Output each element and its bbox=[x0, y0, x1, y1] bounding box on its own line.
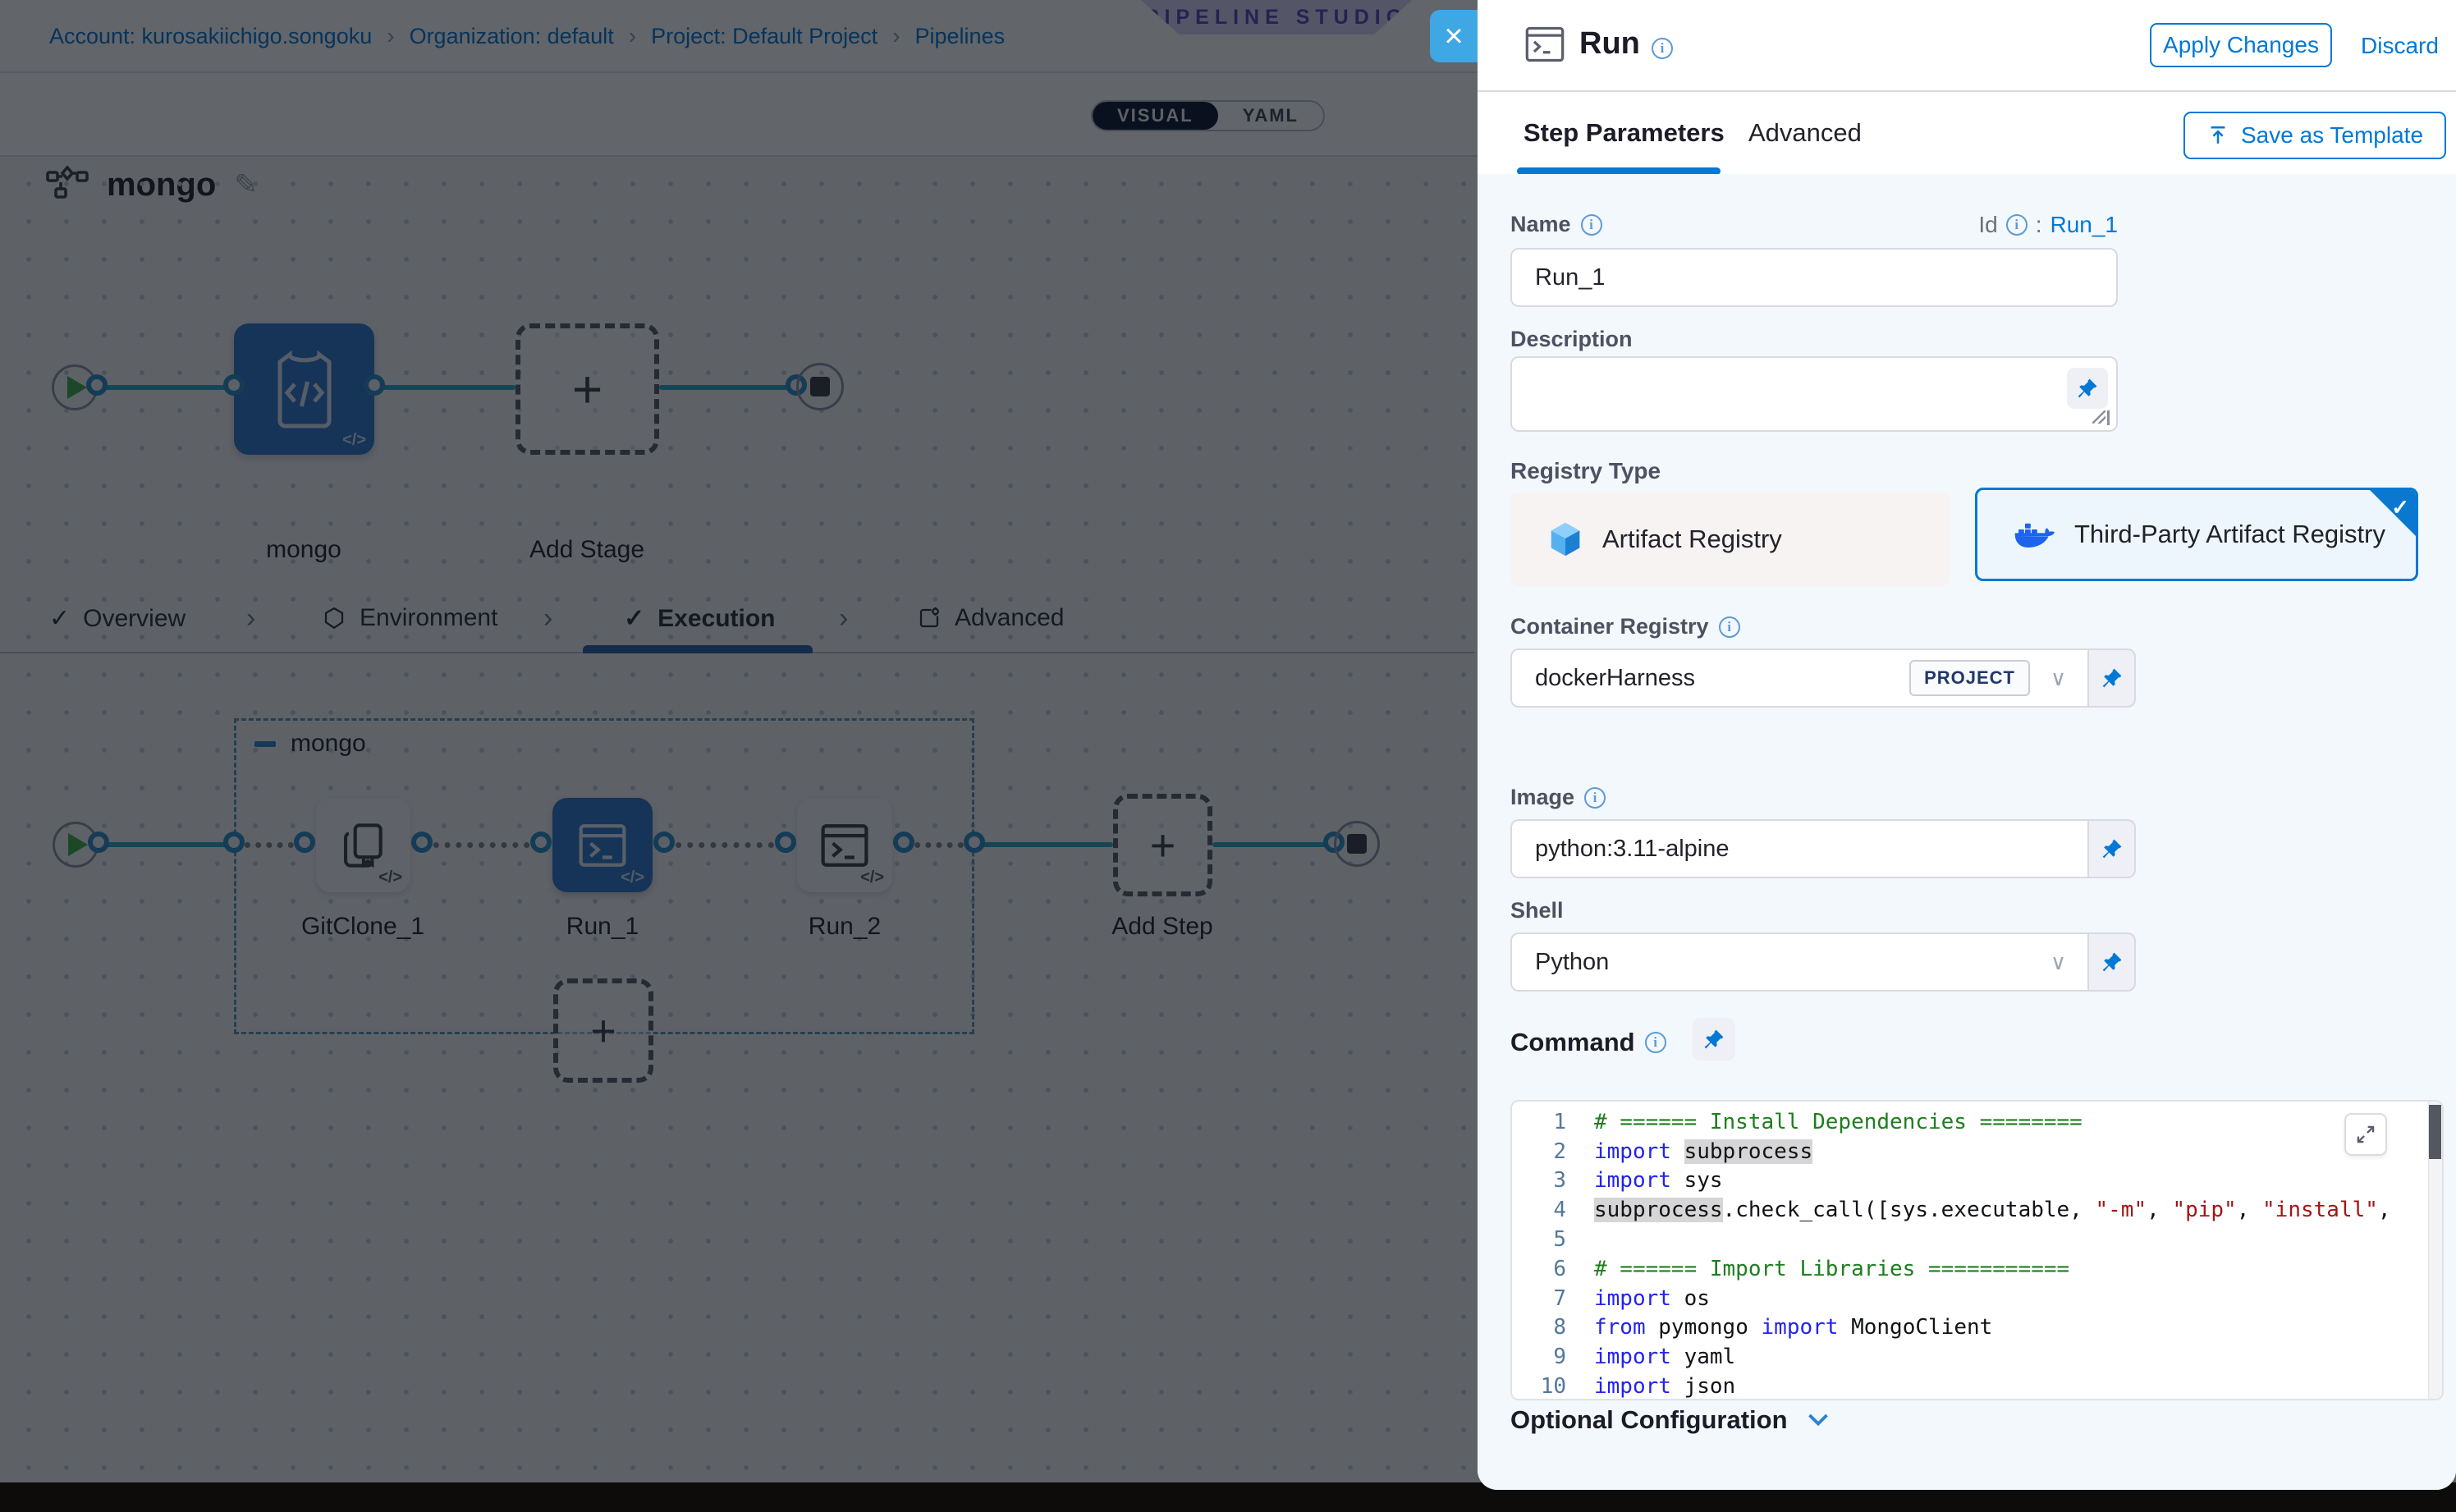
id-label: Id bbox=[1978, 212, 1997, 238]
close-panel-button[interactable]: × bbox=[1430, 10, 1478, 62]
description-label: Description bbox=[1510, 327, 1633, 352]
id-row: Id i : Run_1 bbox=[1978, 212, 2118, 238]
chevron-down-icon[interactable]: ∨ bbox=[2050, 666, 2066, 691]
check-icon: ✓ bbox=[2391, 495, 2409, 520]
info-icon[interactable]: i bbox=[1581, 214, 1602, 236]
tab-step-parameters[interactable]: Step Parameters bbox=[1524, 118, 1725, 148]
step-parameters-form: Namei Id i : Run_1 Description bbox=[1478, 174, 2456, 1490]
command-label: Commandi bbox=[1510, 1028, 1666, 1057]
save-as-template-label: Save as Template bbox=[2241, 122, 2423, 149]
image-pin-button[interactable] bbox=[2089, 819, 2136, 878]
optional-configuration-label: Optional Configuration bbox=[1510, 1405, 1788, 1435]
description-pin-button[interactable] bbox=[2067, 368, 2108, 409]
info-icon[interactable]: i bbox=[2006, 214, 2028, 236]
pin-icon bbox=[1702, 1028, 1725, 1051]
container-registry-label: Container Registryi bbox=[1510, 614, 1740, 639]
shell-pin-button[interactable] bbox=[2089, 932, 2136, 992]
run-step-icon bbox=[1524, 25, 1566, 64]
pin-icon bbox=[2101, 837, 2124, 860]
code-line: 9import yaml bbox=[1512, 1342, 2442, 1372]
discard-button[interactable]: Discard bbox=[2361, 33, 2439, 59]
code-line: 2import subprocess bbox=[1512, 1137, 2442, 1166]
chevron-down-icon[interactable]: ∨ bbox=[2050, 950, 2066, 975]
save-as-template-button[interactable]: Save as Template bbox=[2183, 112, 2446, 159]
expand-editor-button[interactable] bbox=[2344, 1113, 2387, 1156]
pipeline-studio-screen: Account: kurosakiichigo.songoku › Organi… bbox=[0, 0, 2456, 1512]
description-textarea[interactable] bbox=[1510, 356, 2118, 432]
step-config-panel: Run i Apply Changes Discard Step Paramet… bbox=[1478, 0, 2456, 1490]
code-line: 4subprocess.check_call([sys.executable, … bbox=[1512, 1195, 2442, 1225]
close-icon: × bbox=[1444, 18, 1463, 55]
registry-option-label: Artifact Registry bbox=[1602, 525, 1782, 554]
scope-badge: PROJECT bbox=[1909, 660, 2030, 696]
name-input[interactable] bbox=[1510, 248, 2118, 307]
info-icon[interactable]: i bbox=[1652, 38, 1673, 59]
upload-icon bbox=[2206, 124, 2229, 147]
editor-scrollbar[interactable] bbox=[2428, 1102, 2442, 1399]
code-line: 5 bbox=[1512, 1225, 2442, 1254]
image-label: Imagei bbox=[1510, 785, 1606, 810]
id-separator: : bbox=[2036, 212, 2042, 238]
artifact-registry-icon bbox=[1546, 520, 1584, 558]
panel-title: Run bbox=[1579, 26, 1640, 62]
registry-option-third-party[interactable]: Third-Party Artifact Registry ✓ bbox=[1975, 488, 2418, 581]
docker-icon bbox=[2014, 518, 2056, 551]
shell-select[interactable]: Python ∨ bbox=[1510, 932, 2089, 992]
code-line: 1# ====== Install Dependencies ======== bbox=[1512, 1107, 2442, 1137]
info-icon[interactable]: i bbox=[1645, 1032, 1666, 1053]
shell-label: Shell bbox=[1510, 898, 1564, 923]
registry-type-label: Registry Type bbox=[1510, 458, 1661, 484]
command-pin-button[interactable] bbox=[1693, 1018, 1735, 1061]
code-lines: 1# ====== Install Dependencies ========2… bbox=[1512, 1107, 2442, 1400]
container-registry-field[interactable]: dockerHarness PROJECT ∨ bbox=[1510, 648, 2089, 708]
pin-icon bbox=[2101, 951, 2124, 974]
tab-advanced-panel[interactable]: Advanced bbox=[1748, 118, 1862, 148]
expand-icon bbox=[2355, 1124, 2376, 1145]
container-registry-pin-button[interactable] bbox=[2089, 648, 2136, 708]
id-value: Run_1 bbox=[2050, 212, 2118, 238]
chevron-down-icon bbox=[1806, 1410, 1831, 1430]
info-icon[interactable]: i bbox=[1584, 787, 1606, 809]
code-line: 3import sys bbox=[1512, 1166, 2442, 1196]
apply-changes-button[interactable]: Apply Changes bbox=[2150, 23, 2332, 67]
panel-header: Run i Apply Changes Discard bbox=[1478, 0, 2456, 92]
name-label: Namei bbox=[1510, 212, 1602, 237]
command-code-editor[interactable]: 1# ====== Install Dependencies ========2… bbox=[1510, 1100, 2444, 1400]
optional-configuration-toggle[interactable]: Optional Configuration bbox=[1510, 1405, 1831, 1435]
info-icon[interactable]: i bbox=[1719, 616, 1740, 638]
container-registry-value: dockerHarness bbox=[1535, 665, 1695, 692]
pin-icon bbox=[2101, 667, 2124, 690]
code-line: 7import os bbox=[1512, 1284, 2442, 1313]
registry-option-label: Third-Party Artifact Registry bbox=[2074, 520, 2385, 549]
code-line: 10import json bbox=[1512, 1372, 2442, 1400]
shell-value: Python bbox=[1535, 949, 1609, 976]
registry-option-artifact[interactable]: Artifact Registry bbox=[1510, 493, 1950, 586]
panel-tab-bar: Step Parameters Advanced Save as Templat… bbox=[1478, 92, 2456, 174]
image-input[interactable] bbox=[1510, 819, 2089, 878]
resize-handle[interactable] bbox=[2095, 410, 2110, 425]
code-line: 8from pymongo import MongoClient bbox=[1512, 1313, 2442, 1343]
pin-icon bbox=[2076, 377, 2099, 400]
scrollbar-thumb[interactable] bbox=[2429, 1105, 2441, 1159]
code-line: 6# ====== Import Libraries =========== bbox=[1512, 1254, 2442, 1284]
